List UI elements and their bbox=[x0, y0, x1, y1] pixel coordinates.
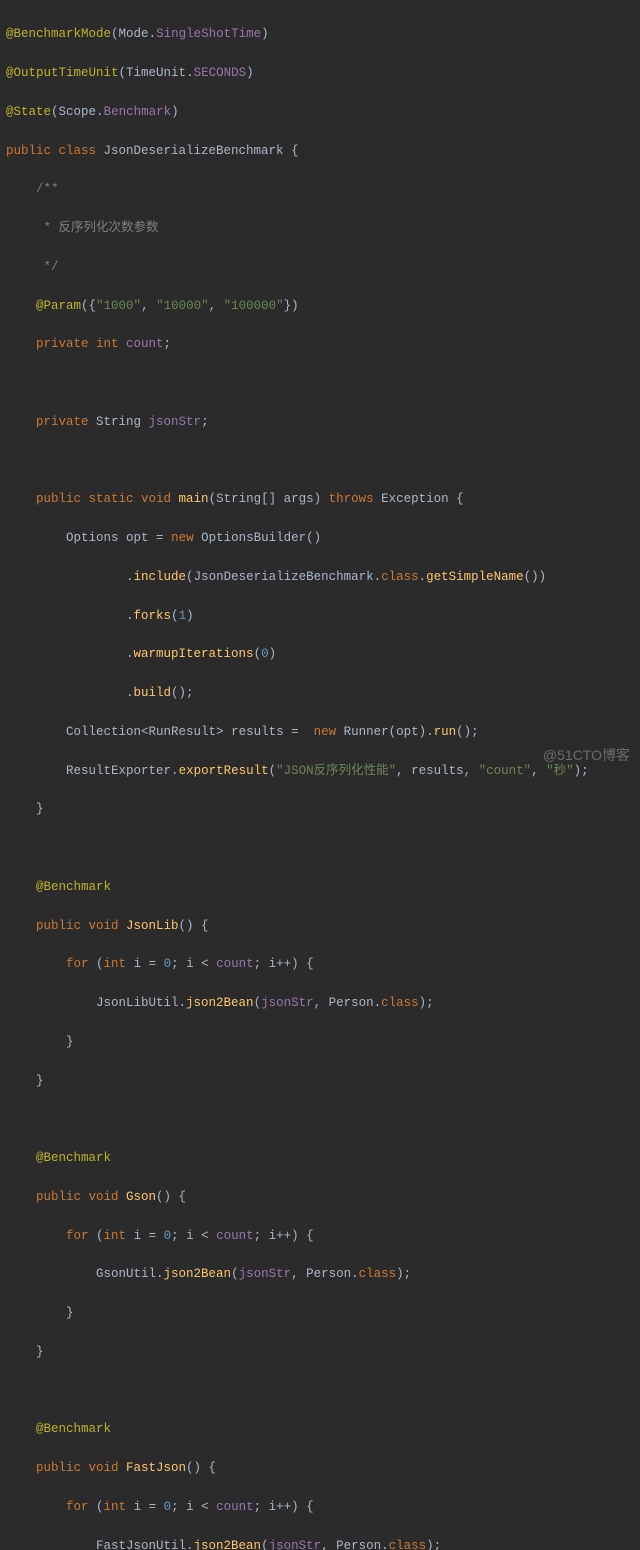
code-line: private int count; bbox=[6, 335, 640, 354]
code-line: public void FastJson() { bbox=[6, 1459, 640, 1478]
code-line: } bbox=[6, 800, 640, 819]
code-line: FastJsonUtil.json2Bean(jsonStr, Person.c… bbox=[6, 1537, 640, 1550]
code-line: .forks(1) bbox=[6, 607, 640, 626]
code-line: } bbox=[6, 1304, 640, 1323]
code-line: public class JsonDeserializeBenchmark { bbox=[6, 142, 640, 161]
code-line: @Benchmark bbox=[6, 1149, 640, 1168]
code-line bbox=[6, 1110, 640, 1129]
code-line: GsonUtil.json2Bean(jsonStr, Person.class… bbox=[6, 1265, 640, 1284]
code-line: Options opt = new OptionsBuilder() bbox=[6, 529, 640, 548]
code-line bbox=[6, 839, 640, 858]
code-line bbox=[6, 374, 640, 393]
code-line: @BenchmarkMode(Mode.SingleShotTime) bbox=[6, 25, 640, 44]
code-line bbox=[6, 452, 640, 471]
code-line: * 反序列化次数参数 bbox=[6, 219, 640, 238]
code-line: } bbox=[6, 1343, 640, 1362]
code-line: public void Gson() { bbox=[6, 1188, 640, 1207]
code-line: /** bbox=[6, 180, 640, 199]
code-line: @State(Scope.Benchmark) bbox=[6, 103, 640, 122]
code-line: */ bbox=[6, 258, 640, 277]
code-line: .build(); bbox=[6, 684, 640, 703]
code-line: public static void main(String[] args) t… bbox=[6, 490, 640, 509]
code-line: .include(JsonDeserializeBenchmark.class.… bbox=[6, 568, 640, 587]
code-line: for (int i = 0; i < count; i++) { bbox=[6, 1227, 640, 1246]
code-line: @Benchmark bbox=[6, 1420, 640, 1439]
code-line bbox=[6, 1382, 640, 1401]
code-line: .warmupIterations(0) bbox=[6, 645, 640, 664]
code-line: } bbox=[6, 1033, 640, 1052]
code-line: public void JsonLib() { bbox=[6, 917, 640, 936]
code-line: private String jsonStr; bbox=[6, 413, 640, 432]
code-line: for (int i = 0; i < count; i++) { bbox=[6, 1498, 640, 1517]
code-editor[interactable]: @BenchmarkMode(Mode.SingleShotTime) @Out… bbox=[6, 6, 640, 1550]
code-line: @Param({"1000", "10000", "100000"}) bbox=[6, 297, 640, 316]
code-line: @OutputTimeUnit(TimeUnit.SECONDS) bbox=[6, 64, 640, 83]
code-line: } bbox=[6, 1072, 640, 1091]
code-line: JsonLibUtil.json2Bean(jsonStr, Person.cl… bbox=[6, 994, 640, 1013]
code-line: for (int i = 0; i < count; i++) { bbox=[6, 955, 640, 974]
code-line: Collection<RunResult> results = new Runn… bbox=[6, 723, 640, 742]
code-line: @Benchmark bbox=[6, 878, 640, 897]
watermark: @51CTO博客 bbox=[543, 745, 630, 767]
